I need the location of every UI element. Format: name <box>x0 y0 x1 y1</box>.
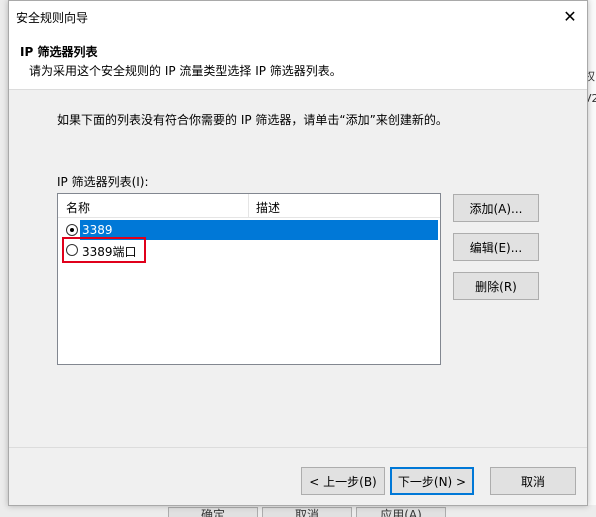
column-header-name[interactable]: 名称 <box>66 199 90 216</box>
ip-filter-list-label: IP 筛选器列表(I): <box>57 175 149 189</box>
background-cancel-button: 取消 <box>262 507 352 517</box>
radio-selected-icon[interactable] <box>66 224 78 236</box>
column-divider[interactable] <box>248 194 249 218</box>
page-title: IP 筛选器列表 <box>20 45 98 59</box>
row-name: 3389端口 <box>82 245 137 259</box>
table-row[interactable]: 3389端口 <box>58 237 438 263</box>
radio-unselected-icon[interactable] <box>66 244 78 256</box>
title-bar[interactable]: 安全规则向导 ✕ <box>9 1 587 32</box>
instruction-text: 如果下面的列表没有符合你需要的 IP 筛选器，请单击“添加”来创建新的。 <box>57 113 448 127</box>
add-button[interactable]: 添加(A)... <box>453 194 539 222</box>
row-name: 3389 <box>82 223 113 237</box>
dialog-title: 安全规则向导 <box>16 11 89 25</box>
ip-filter-list[interactable]: 名称 描述 3389 3389端口 <box>57 193 441 365</box>
next-button[interactable]: 下一步(N) > <box>390 467 474 495</box>
wizard-header: IP 筛选器列表 请为采用这个安全规则的 IP 流量类型选择 IP 筛选器列表。 <box>9 32 587 90</box>
close-button[interactable]: ✕ <box>553 1 587 32</box>
list-header: 名称 描述 <box>58 194 440 218</box>
delete-button[interactable]: 删除(R) <box>453 272 539 300</box>
page-subtitle: 请为采用这个安全规则的 IP 流量类型选择 IP 筛选器列表。 <box>29 64 342 78</box>
back-button[interactable]: < 上一步(B) <box>301 467 385 495</box>
cancel-button[interactable]: 取消 <box>490 467 576 495</box>
background-bottom-strip: 确定 取消 应用(A) <box>0 505 596 517</box>
security-rule-wizard-dialog: 安全规则向导 ✕ IP 筛选器列表 请为采用这个安全规则的 IP 流量类型选择 … <box>8 0 588 506</box>
background-apply-button: 应用(A) <box>356 507 446 517</box>
close-icon: ✕ <box>563 7 577 26</box>
column-header-description[interactable]: 描述 <box>256 199 280 216</box>
footer-divider <box>9 447 587 448</box>
background-left-strip <box>0 0 8 517</box>
background-ok-button: 确定 <box>168 507 258 517</box>
edit-button[interactable]: 编辑(E)... <box>453 233 539 261</box>
